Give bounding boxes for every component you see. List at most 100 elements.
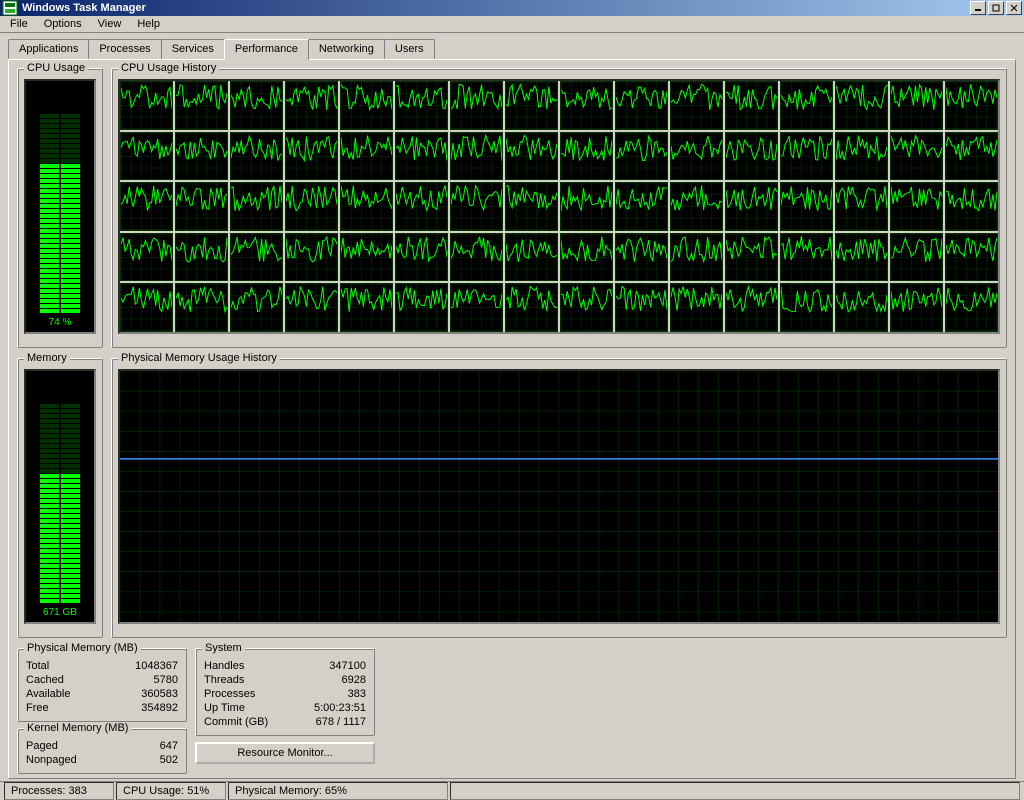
tab-networking[interactable]: Networking bbox=[308, 39, 385, 59]
menu-view[interactable]: View bbox=[90, 16, 130, 32]
cpu-history-grid bbox=[118, 79, 1000, 334]
cpu-core-chart bbox=[175, 283, 228, 332]
cpu-core-chart bbox=[230, 81, 283, 130]
cpu-core-chart bbox=[890, 182, 943, 231]
cpu-core-chart bbox=[725, 182, 778, 231]
cpu-core-chart bbox=[890, 233, 943, 282]
km-nonpaged-label: Nonpaged bbox=[26, 754, 77, 766]
cpu-core-chart bbox=[670, 283, 723, 332]
close-button[interactable] bbox=[1006, 1, 1022, 15]
cpu-core-chart bbox=[340, 233, 393, 282]
cpu-core-chart bbox=[560, 233, 613, 282]
cpu-core-chart bbox=[670, 132, 723, 181]
memory-gauge: 671 GB bbox=[24, 369, 96, 624]
pm-available-label: Available bbox=[26, 688, 70, 700]
physical-memory-title: Physical Memory (MB) bbox=[24, 642, 141, 654]
status-processes: Processes: 383 bbox=[4, 782, 114, 800]
sys-threads-label: Threads bbox=[204, 674, 244, 686]
menu-file[interactable]: File bbox=[2, 16, 36, 32]
sys-uptime-val: 5:00:23:51 bbox=[314, 702, 366, 714]
statusbar: Processes: 383 CPU Usage: 51% Physical M… bbox=[0, 781, 1024, 800]
sys-threads-val: 6928 bbox=[342, 674, 366, 686]
cpu-core-chart bbox=[285, 283, 338, 332]
cpu-core-chart bbox=[780, 233, 833, 282]
cpu-core-chart bbox=[395, 283, 448, 332]
cpu-core-chart bbox=[780, 283, 833, 332]
cpu-core-chart bbox=[120, 132, 173, 181]
cpu-core-chart bbox=[945, 233, 998, 282]
menu-options[interactable]: Options bbox=[36, 16, 90, 32]
cpu-core-chart bbox=[670, 233, 723, 282]
cpu-core-chart bbox=[340, 283, 393, 332]
cpu-core-chart bbox=[175, 233, 228, 282]
sys-processes-label: Processes bbox=[204, 688, 255, 700]
km-paged-label: Paged bbox=[26, 740, 58, 752]
cpu-core-chart bbox=[120, 283, 173, 332]
cpu-core-chart bbox=[725, 233, 778, 282]
menubar: File Options View Help bbox=[0, 16, 1024, 33]
cpu-gauge: 74 % bbox=[24, 79, 96, 334]
sys-handles-label: Handles bbox=[204, 660, 244, 672]
sys-commit-val: 678 / 1117 bbox=[316, 716, 366, 728]
sys-commit-label: Commit (GB) bbox=[204, 716, 268, 728]
memory-gauge-value: 671 GB bbox=[43, 607, 77, 618]
cpu-core-chart bbox=[450, 81, 503, 130]
window-titlebar: Windows Task Manager bbox=[0, 0, 1024, 16]
tab-applications[interactable]: Applications bbox=[8, 39, 89, 59]
cpu-core-chart bbox=[890, 132, 943, 181]
memory-label: Memory bbox=[24, 352, 70, 364]
cpu-core-chart bbox=[395, 182, 448, 231]
cpu-core-chart bbox=[230, 233, 283, 282]
window-title: Windows Task Manager bbox=[22, 2, 970, 14]
cpu-core-chart bbox=[945, 132, 998, 181]
tab-users[interactable]: Users bbox=[384, 39, 435, 59]
cpu-core-chart bbox=[285, 233, 338, 282]
maximize-button[interactable] bbox=[988, 1, 1004, 15]
cpu-core-chart bbox=[285, 132, 338, 181]
memory-history-group: Physical Memory Usage History bbox=[111, 358, 1007, 638]
km-nonpaged-val: 502 bbox=[160, 754, 178, 766]
pm-available-val: 360583 bbox=[141, 688, 178, 700]
memory-history-label: Physical Memory Usage History bbox=[118, 352, 280, 364]
menu-help[interactable]: Help bbox=[129, 16, 168, 32]
cpu-history-group: CPU Usage History bbox=[111, 68, 1007, 348]
pm-cached-label: Cached bbox=[26, 674, 64, 686]
cpu-core-chart bbox=[450, 233, 503, 282]
kernel-memory-group: Kernel Memory (MB) Paged647 Nonpaged502 bbox=[17, 728, 187, 774]
cpu-core-chart bbox=[120, 81, 173, 130]
cpu-core-chart bbox=[835, 132, 888, 181]
cpu-core-chart bbox=[395, 81, 448, 130]
tab-services[interactable]: Services bbox=[161, 39, 225, 59]
cpu-core-chart bbox=[560, 132, 613, 181]
cpu-core-chart bbox=[560, 182, 613, 231]
cpu-core-chart bbox=[505, 283, 558, 332]
cpu-core-chart bbox=[615, 81, 668, 130]
status-memory: Physical Memory: 65% bbox=[228, 782, 448, 800]
cpu-usage-label: CPU Usage bbox=[24, 62, 88, 74]
cpu-core-chart bbox=[615, 132, 668, 181]
tab-performance[interactable]: Performance bbox=[224, 39, 309, 60]
cpu-core-chart bbox=[835, 81, 888, 130]
sys-processes-val: 383 bbox=[348, 688, 366, 700]
pm-total-label: Total bbox=[26, 660, 49, 672]
cpu-core-chart bbox=[175, 81, 228, 130]
cpu-core-chart bbox=[230, 132, 283, 181]
status-spacer bbox=[450, 782, 1020, 800]
sys-uptime-label: Up Time bbox=[204, 702, 245, 714]
cpu-core-chart bbox=[230, 182, 283, 231]
cpu-core-chart bbox=[945, 182, 998, 231]
memory-history-chart bbox=[118, 369, 1000, 624]
cpu-core-chart bbox=[505, 233, 558, 282]
cpu-core-chart bbox=[505, 182, 558, 231]
cpu-core-chart bbox=[340, 81, 393, 130]
cpu-core-chart bbox=[285, 182, 338, 231]
performance-pane: CPU Usage 74 % CPU Usage History Memory … bbox=[8, 59, 1016, 779]
minimize-button[interactable] bbox=[970, 1, 986, 15]
cpu-core-chart bbox=[945, 81, 998, 130]
cpu-gauge-value: 74 % bbox=[49, 317, 72, 328]
cpu-history-label: CPU Usage History bbox=[118, 62, 219, 74]
cpu-core-chart bbox=[120, 233, 173, 282]
resource-monitor-button[interactable]: Resource Monitor... bbox=[195, 742, 375, 764]
tab-processes[interactable]: Processes bbox=[88, 39, 161, 59]
cpu-core-chart bbox=[725, 283, 778, 332]
